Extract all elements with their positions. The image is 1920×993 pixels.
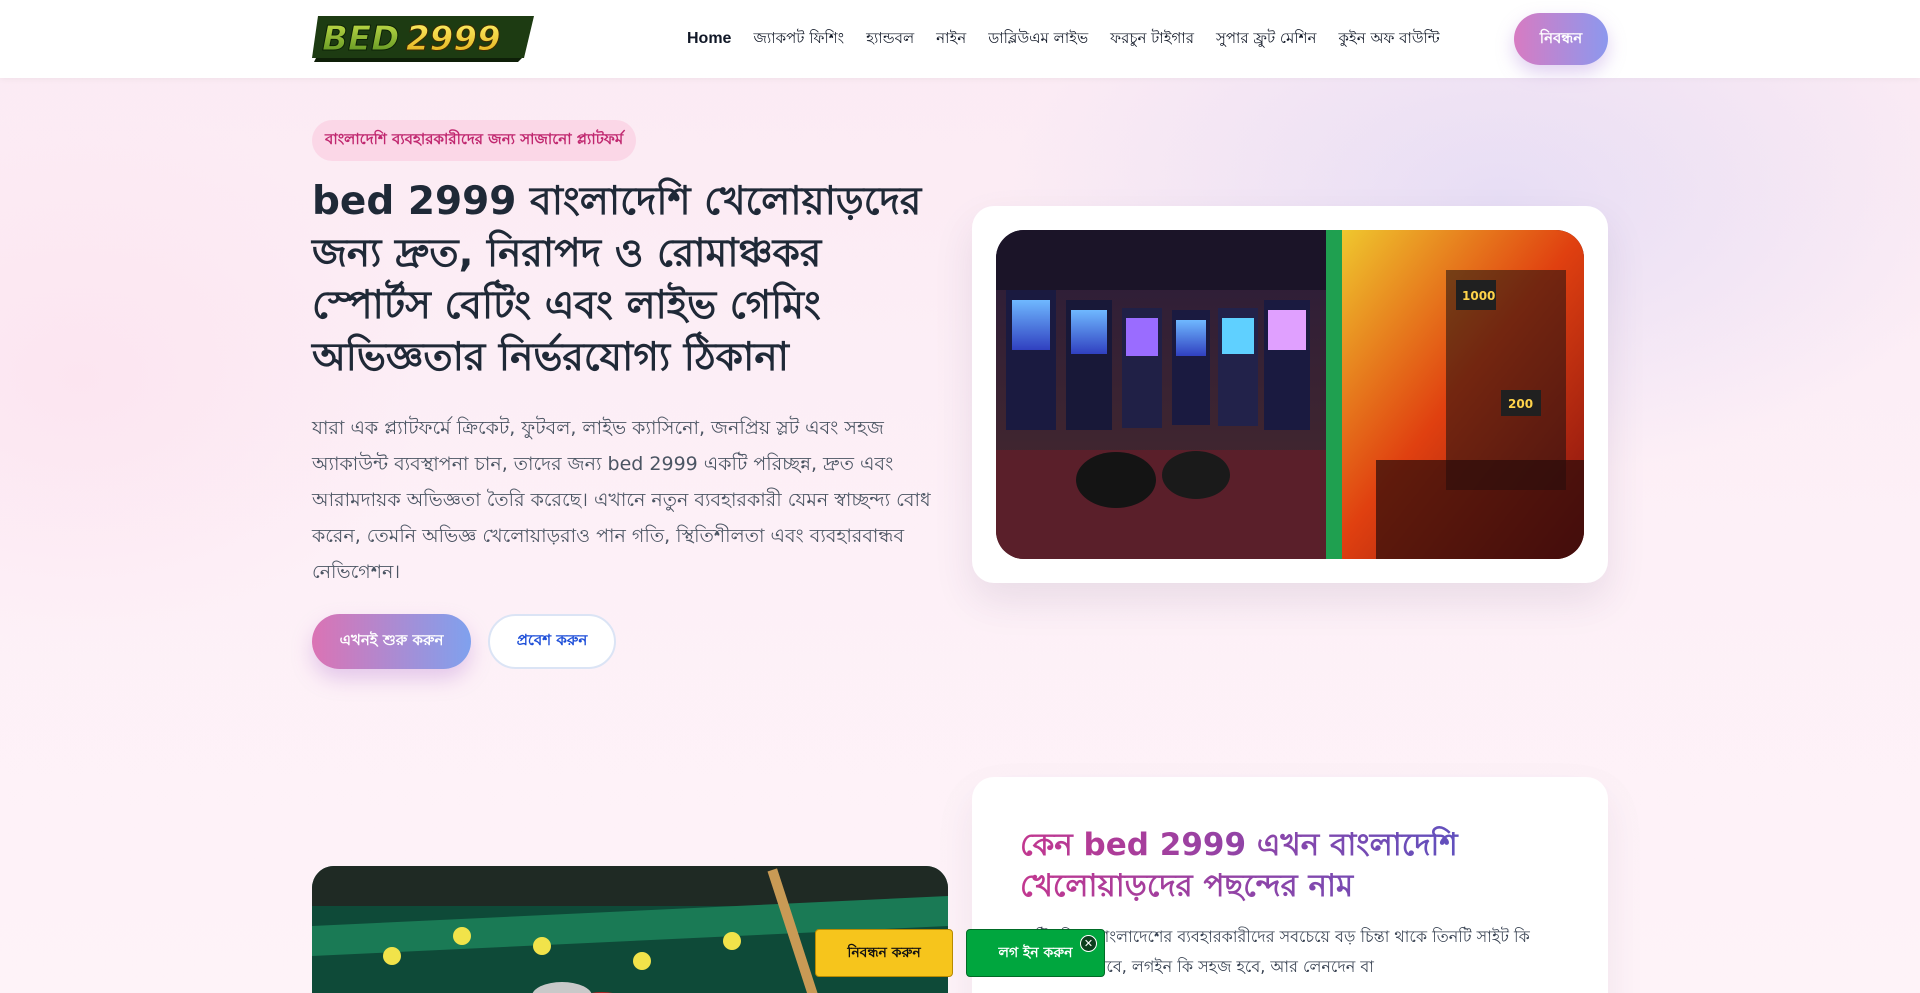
hero-background <box>0 78 1920 993</box>
hero-description: যারা এক প্ল্যাটফর্মে ক্রিকেট, ফুটবল, লাই… <box>312 417 931 583</box>
hero-image-card: 1000 200 <box>972 206 1608 583</box>
bed2999-logo[interactable]: BED 2999 <box>312 12 536 64</box>
site-header: BED 2999 Home জ্যাকপট ফিশিং হ্যান্ডবল না… <box>0 0 1920 78</box>
main-nav: Home জ্যাকপট ফিশিং হ্যান্ডবল নাইন ডাব্লি… <box>687 0 1440 78</box>
svg-text:200: 200 <box>1508 397 1533 411</box>
nav-item-handball[interactable]: হ্যান্ডবল <box>866 27 914 52</box>
nav-item-nine[interactable]: নাইন <box>936 27 966 52</box>
platform-badge: বাংলাদেশি ব্যবহারকারীদের জন্য সাজানো প্ল… <box>312 120 637 161</box>
close-icon[interactable]: ✕ <box>1080 935 1097 952</box>
nav-item-jackpot-fishing[interactable]: জ্যাকপট ফিশিং <box>753 27 844 52</box>
svg-text:BED: BED <box>322 19 399 59</box>
casino-slot-machines-image: 1000 200 <box>996 230 1584 559</box>
svg-text:1000: 1000 <box>1462 289 1495 303</box>
why-section-title: কেন bed 2999 এখন বাংলাদেশি খেলোয়াড়দের … <box>1020 825 1560 907</box>
floating-register-button[interactable]: নিবন্ধন করুন <box>815 929 953 977</box>
nav-item-super-fruit-machine[interactable]: সুপার ফ্রুট মেশিন <box>1216 27 1316 52</box>
svg-text:2999: 2999 <box>406 19 501 59</box>
nav-item-wm-live[interactable]: ডাব্লিউএম লাইভ <box>988 27 1088 52</box>
nav-item-fortune-tiger[interactable]: ফরচুন টাইগার <box>1110 27 1194 52</box>
start-now-button[interactable]: এখনই শুরু করুন <box>312 614 471 669</box>
nav-item-home[interactable]: Home <box>687 30 731 48</box>
enter-button[interactable]: প্রবেশ করুন <box>488 614 616 669</box>
nav-item-queen-of-bounty[interactable]: কুইন অফ বাউন্টি <box>1338 27 1439 52</box>
header-register-button[interactable]: নিবন্ধন <box>1514 13 1608 65</box>
hero-title: bed 2999 বাংলাদেশি খেলোয়াড়দের জন্য দ্র… <box>312 179 922 380</box>
